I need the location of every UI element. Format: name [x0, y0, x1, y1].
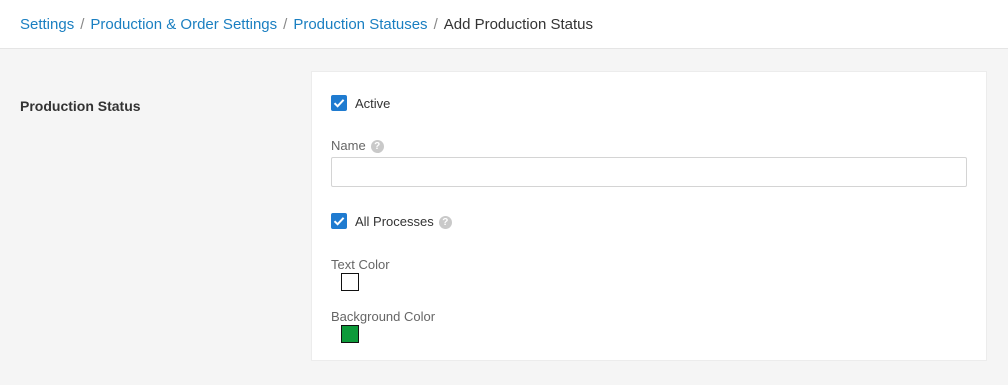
help-icon[interactable]: ? — [438, 216, 452, 229]
all-processes-checkbox[interactable] — [331, 213, 347, 229]
text-color-label: Text Color — [331, 257, 390, 272]
checkmark-icon — [333, 217, 345, 226]
background-color-label: Background Color — [331, 309, 436, 324]
section-title: Production Status — [20, 98, 141, 114]
form-card: Active Name? All Processes? Text Color B… — [311, 71, 987, 361]
breadcrumb-separator: / — [433, 16, 438, 33]
active-checkbox[interactable] — [331, 95, 347, 111]
all-processes-label[interactable]: All Processes? — [355, 214, 452, 229]
breadcrumb-current: Add Production Status — [443, 16, 593, 33]
breadcrumb-link-production-order-settings[interactable]: Production & Order Settings — [90, 16, 277, 33]
breadcrumb-link-production-statuses[interactable]: Production Statuses — [293, 16, 427, 33]
background-color-swatch[interactable] — [341, 325, 359, 343]
name-label-text: Name — [331, 138, 366, 153]
breadcrumb-link-settings[interactable]: Settings — [20, 16, 74, 33]
name-input[interactable] — [331, 157, 967, 187]
name-label: Name? — [331, 138, 384, 153]
breadcrumb-separator: / — [80, 16, 85, 33]
text-color-swatch[interactable] — [341, 273, 359, 291]
help-icon[interactable]: ? — [370, 140, 384, 153]
top-bar: Settings / Production & Order Settings / Pro… — [0, 0, 1008, 49]
checkmark-icon — [333, 99, 345, 108]
all-processes-label-text: All Processes — [355, 214, 434, 229]
breadcrumb-separator: / — [283, 16, 288, 33]
active-label[interactable]: Active — [355, 96, 390, 111]
breadcrumb: Settings / Production & Order Settings / Pro… — [20, 16, 593, 33]
